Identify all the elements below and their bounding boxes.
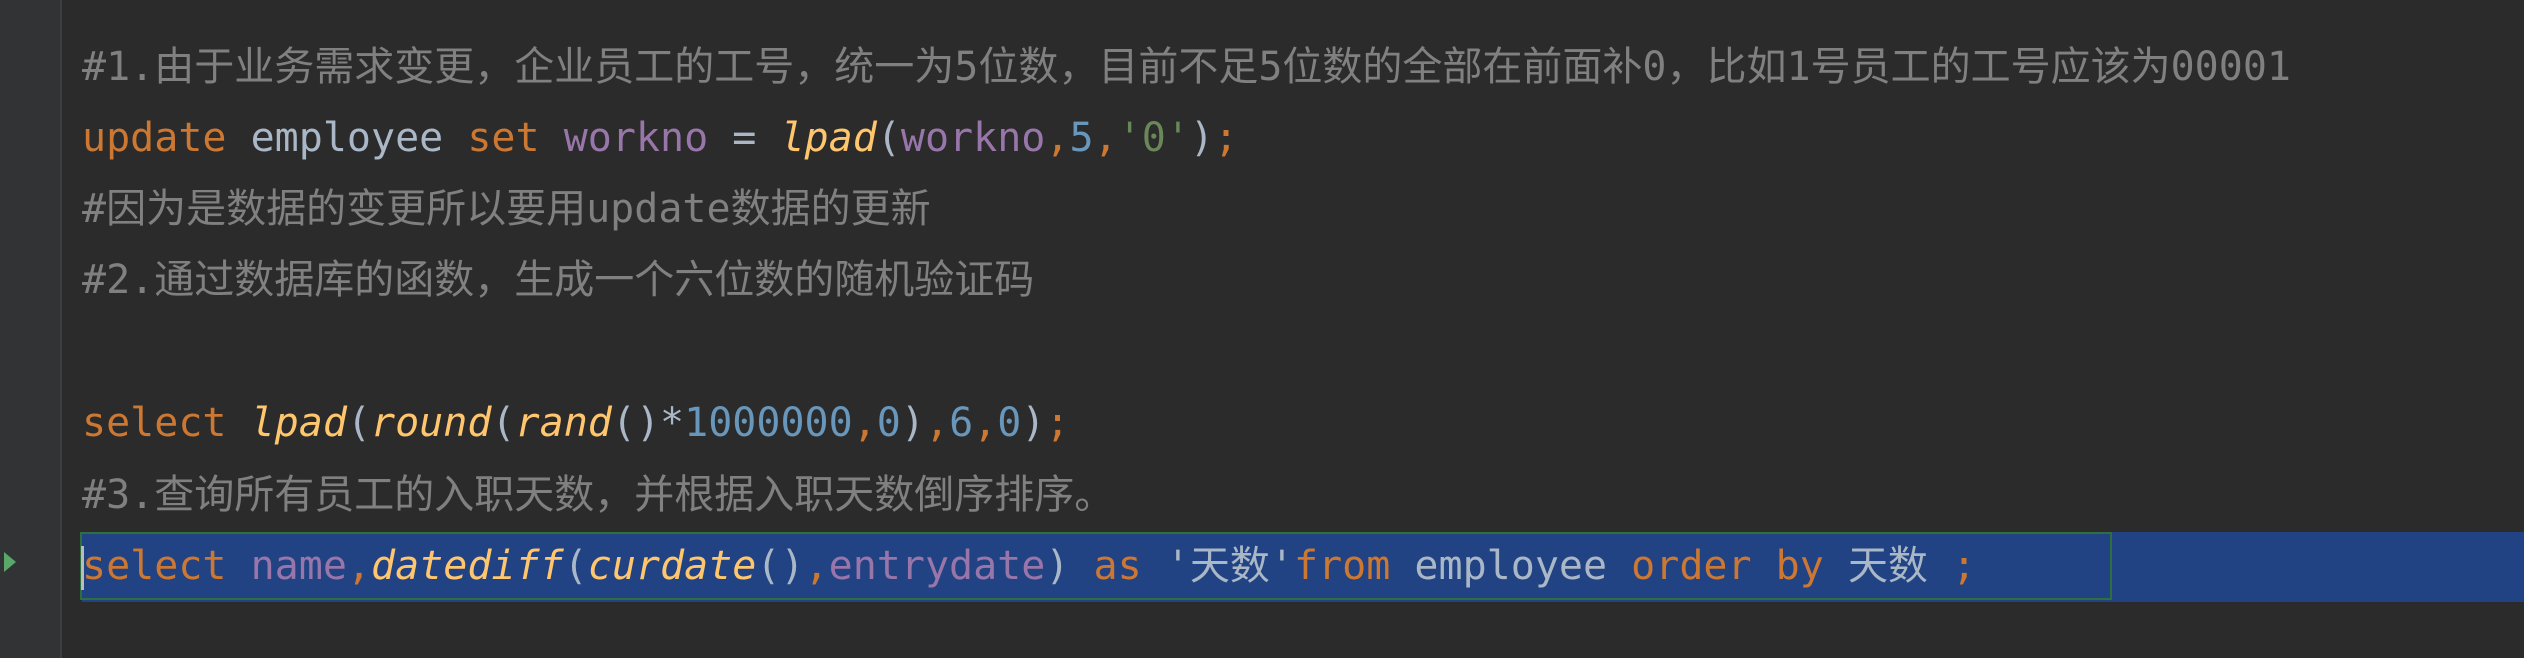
paren: () <box>611 400 661 446</box>
code-editor[interactable]: #1.由于业务需求变更，企业员工的工号，统一为5位数，目前不足5位数的全部在前面… <box>0 0 2524 658</box>
number-literal: 6 <box>949 400 974 446</box>
semicolon: ; <box>1952 543 1977 589</box>
run-indicator-icon[interactable] <box>4 552 16 572</box>
code-line-select-random[interactable]: select lpad(round(rand()*1000000,0),6,0)… <box>82 387 1070 459</box>
keyword-select: select <box>82 400 227 446</box>
number-literal: 1000000 <box>684 400 853 446</box>
string-literal: '0' <box>1117 115 1190 161</box>
paren: ) <box>1045 543 1070 589</box>
keyword-as: as <box>1093 543 1142 589</box>
keyword-order: order <box>1631 543 1752 589</box>
comment-line-1[interactable]: #1.由于业务需求变更，企业员工的工号，统一为5位数，目前不足5位数的全部在前面… <box>82 31 2291 103</box>
comma: , <box>973 400 998 446</box>
comment-line-7[interactable]: #3.查询所有员工的入职天数，并根据入职天数倒序排序。 <box>82 459 1114 531</box>
column-entrydate: entrydate <box>828 543 1046 589</box>
operator-multiply: * <box>660 400 685 446</box>
comment-line-3[interactable]: #因为是数据的变更所以要用update数据的更新 <box>82 173 931 245</box>
function-lpad: lpad <box>250 400 347 446</box>
paren: ( <box>346 400 372 446</box>
keyword-from: from <box>1293 543 1391 589</box>
semicolon: ; <box>1045 400 1070 446</box>
comment-line-4[interactable]: #2.通过数据库的函数，生成一个六位数的随机验证码 <box>82 244 1034 316</box>
paren: ) <box>1189 115 1215 161</box>
column-name: workno <box>563 115 709 161</box>
function-lpad: lpad <box>780 115 877 161</box>
paren: ( <box>491 400 516 446</box>
keyword-select: select <box>82 543 227 589</box>
function-round: round <box>371 400 492 446</box>
line-gutter <box>0 0 62 658</box>
code-line-select-datediff[interactable]: select name,datediff(curdate(),entrydate… <box>82 530 1976 602</box>
paren: ) <box>900 400 925 446</box>
function-datediff: datediff <box>371 543 564 589</box>
comma: , <box>1093 115 1118 161</box>
keyword-set: set <box>467 115 540 161</box>
number-literal: 0 <box>876 400 901 446</box>
code-line-update[interactable]: update employee set workno = lpad(workno… <box>82 102 1238 174</box>
string-alias: '天数' <box>1165 543 1294 589</box>
function-rand: rand <box>515 400 612 446</box>
semicolon: ; <box>1214 115 1239 161</box>
alias-identifier: 天数 <box>1847 543 1928 589</box>
keyword-update: update <box>82 115 227 161</box>
function-curdate: curdate <box>587 543 757 589</box>
paren: ( <box>563 543 588 589</box>
comma: , <box>804 543 829 589</box>
table-name: employee <box>1414 543 1608 589</box>
paren: ) <box>1021 400 1046 446</box>
comma: , <box>346 543 372 589</box>
comma: , <box>1045 115 1070 161</box>
comma: , <box>852 400 877 446</box>
number-literal: 0 <box>997 400 1022 446</box>
operator-equals: = <box>732 115 757 161</box>
text-caret <box>81 546 84 590</box>
paren: ( <box>876 115 901 161</box>
number-literal: 5 <box>1069 115 1094 161</box>
column-name: name <box>250 543 347 589</box>
comma: , <box>924 400 950 446</box>
argument-column: workno <box>900 115 1046 161</box>
keyword-by: by <box>1775 543 1824 589</box>
table-name: employee <box>250 115 444 161</box>
paren: () <box>756 543 805 589</box>
